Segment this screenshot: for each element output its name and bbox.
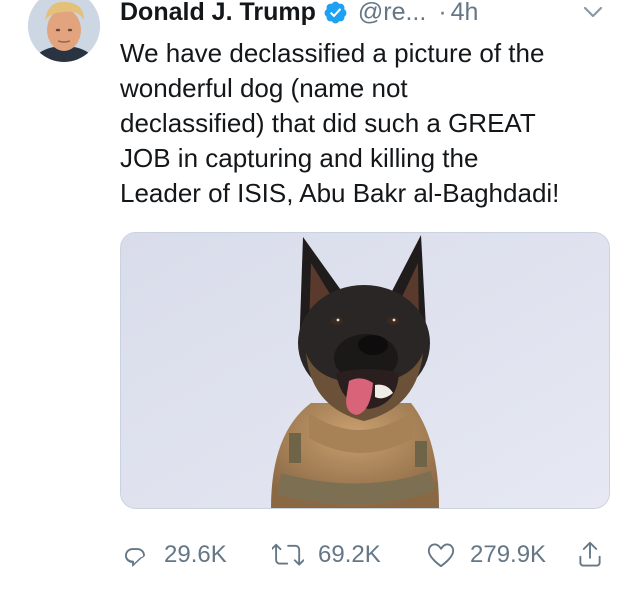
retweet-count: 69.2K: [318, 541, 381, 568]
tweet-text-line: declassified) that did such a GREAT: [120, 108, 536, 138]
tweet-text-line: We have declassified a picture of the: [120, 38, 545, 68]
tweet-actions: 29.6K 69.2K 279.9K: [120, 535, 620, 575]
author-name[interactable]: Donald J. Trump: [120, 0, 316, 27]
author-handle[interactable]: @re...: [358, 0, 426, 27]
reply-count: 29.6K: [164, 541, 227, 568]
tweet-text-line: Leader of ISIS, Abu Bakr al-Baghdadi!: [120, 178, 560, 208]
tweet[interactable]: Donald J. Trump @re... · 4h We have decl…: [0, 0, 639, 589]
retweet-button[interactable]: 69.2K: [272, 540, 381, 570]
tweet-text-line: JOB in capturing and killing the: [120, 143, 479, 173]
avatar-image: [28, 0, 100, 62]
tweet-header: Donald J. Trump @re... · 4h: [120, 0, 620, 30]
reply-icon: [120, 540, 150, 570]
share-button[interactable]: [575, 539, 605, 569]
tweet-text-line: wonderful dog (name not: [120, 73, 408, 103]
share-icon: [575, 539, 605, 569]
tweet-text: We have declassified a picture of the wo…: [120, 36, 620, 211]
reply-button[interactable]: 29.6K: [120, 540, 227, 570]
profile-avatar[interactable]: [28, 0, 100, 62]
heart-icon: [426, 540, 456, 570]
tweet-timestamp[interactable]: 4h: [451, 0, 479, 27]
tweet-photo[interactable]: [120, 232, 610, 509]
like-button[interactable]: 279.9K: [426, 540, 546, 570]
like-count: 279.9K: [470, 541, 547, 568]
separator-dot: ·: [438, 0, 447, 26]
chevron-down-icon[interactable]: [580, 2, 606, 22]
retweet-icon: [272, 540, 304, 570]
dog-photo: [121, 233, 609, 508]
verified-badge-icon: [323, 0, 348, 25]
